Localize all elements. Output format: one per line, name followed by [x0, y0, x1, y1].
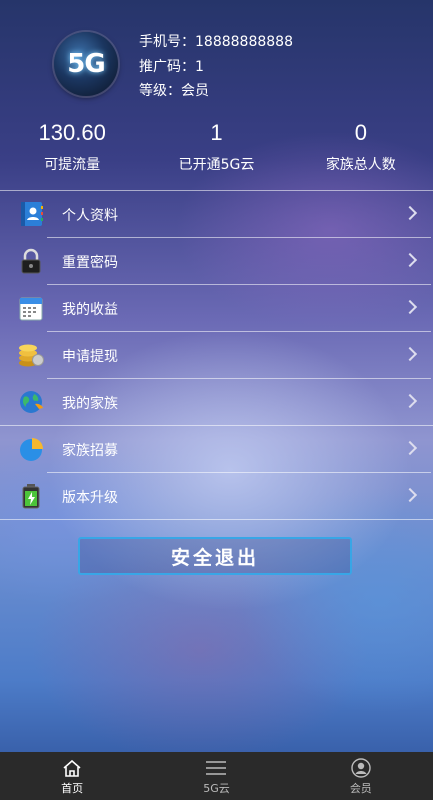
menu-item-label: 个人资料: [62, 207, 118, 224]
stat-value: 0: [354, 120, 367, 145]
chevron-right-icon: [402, 393, 418, 409]
padlock-icon: [21, 248, 41, 274]
chevron-right-icon: [402, 205, 418, 221]
contacts-book-icon: [21, 202, 43, 226]
menu-list: 个人资料 重置密码 我的收益 申请提现 我的家族 家族招募 版本升级: [0, 190, 433, 520]
home-icon: [63, 759, 81, 777]
menu-divider: [0, 519, 433, 520]
member-level: 等级：会员: [139, 83, 209, 99]
stat-family-total: 0 家族总人数: [289, 118, 433, 174]
chevron-right-icon: [402, 440, 418, 456]
chevron-right-icon: [402, 346, 418, 362]
avatar-logo-text: 5G: [67, 49, 105, 79]
tab-label: 5G云: [203, 782, 230, 795]
chevron-right-icon: [402, 487, 418, 503]
profile-info: 手机号：18888888888 推广码：1 等级：会员: [139, 30, 293, 104]
stat-value: 130.60: [38, 120, 106, 145]
tab-label: 首页: [61, 782, 84, 795]
tab-home[interactable]: 首页: [0, 752, 144, 800]
user-icon: [351, 758, 371, 778]
menu-item-label: 我的家族: [62, 395, 118, 412]
tab-5g-cloud[interactable]: 5G云: [144, 752, 288, 800]
bottom-tab-bar: 首页 5G云 会员: [0, 752, 433, 800]
stat-label: 可提流量: [44, 157, 101, 173]
chevron-right-icon: [402, 252, 418, 268]
chevron-right-icon: [402, 299, 418, 315]
logout-button[interactable]: 安全退出: [78, 537, 352, 575]
menu-item-version-upgrade[interactable]: 版本升级: [0, 473, 433, 520]
menu-item-label: 我的收益: [62, 301, 118, 318]
menu-item-family-recruit[interactable]: 家族招募: [0, 426, 433, 473]
menu-item-my-family[interactable]: 我的家族: [0, 379, 433, 426]
stats-row: 130.60 可提流量 1 已开通5G云 0 家族总人数: [0, 118, 433, 174]
menu-item-label: 版本升级: [62, 489, 118, 506]
tab-label: 会员: [349, 782, 372, 795]
stat-label: 家族总人数: [325, 157, 396, 173]
battery-icon: [22, 484, 40, 509]
profile-header: 5G 手机号：18888888888 推广码：1 等级：会员 130.60 可提…: [0, 0, 433, 190]
menu-item-label: 家族招募: [62, 442, 118, 459]
stat-label: 已开通5G云: [178, 157, 255, 173]
referral-code: 推广码：1: [139, 58, 204, 75]
coins-icon: [19, 344, 44, 367]
menu-item-label: 申请提现: [62, 348, 118, 365]
calendar-icon: [19, 297, 43, 321]
avatar[interactable]: 5G: [54, 32, 118, 96]
stat-opened-5g-cloud: 1 已开通5G云: [144, 118, 288, 174]
stat-withdrawable-traffic: 130.60 可提流量: [0, 118, 144, 174]
tab-member[interactable]: 会员: [289, 752, 433, 800]
menu-item-reset-password[interactable]: 重置密码: [0, 238, 433, 285]
pie-chart-icon: [20, 438, 43, 461]
stat-value: 1: [210, 120, 223, 145]
phone-number: 手机号：18888888888: [139, 34, 293, 50]
menu-item-my-earnings[interactable]: 我的收益: [0, 285, 433, 332]
menu-item-profile[interactable]: 个人资料: [0, 191, 433, 238]
menu-lines-icon: [206, 761, 227, 775]
menu-item-withdraw[interactable]: 申请提现: [0, 332, 433, 379]
globe-icon: [20, 391, 43, 413]
menu-item-label: 重置密码: [62, 254, 118, 271]
